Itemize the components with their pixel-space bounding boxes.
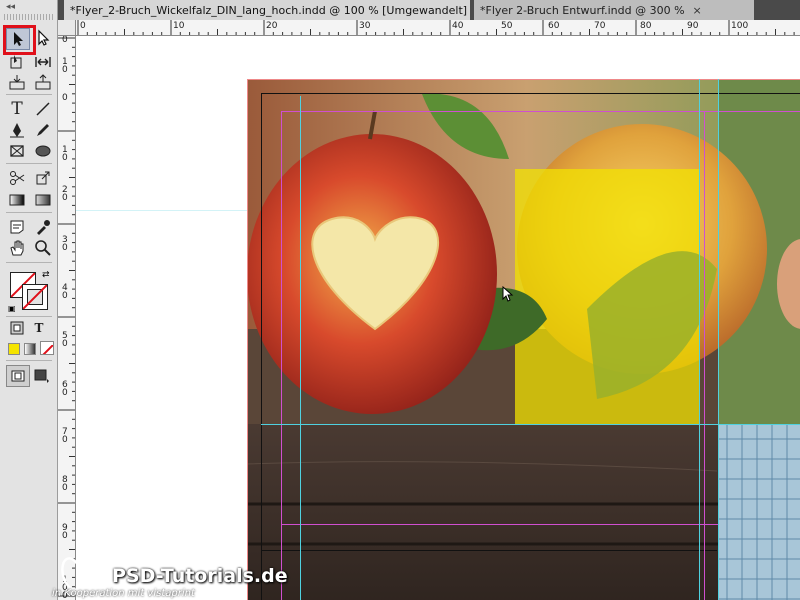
scissors-tool-icon[interactable] <box>6 168 28 188</box>
document-canvas[interactable] <box>76 36 800 600</box>
vertical-ruler[interactable]: 01 001 02 03 04 05 06 07 08 09 01 0 0 <box>58 36 76 600</box>
ruler-label: 3 0 <box>62 235 68 253</box>
line-tool-icon[interactable] <box>32 99 54 119</box>
ruler-label: 80 <box>640 21 652 31</box>
ruler-label: 30 <box>359 21 371 31</box>
pencil-tool-icon[interactable] <box>32 120 54 140</box>
tab-flyer-entwurf[interactable]: *Flyer 2-Bruch Entwurf.indd @ 300 % × <box>474 0 754 20</box>
ruler-guide[interactable] <box>76 210 247 211</box>
fill-stroke-swatch[interactable]: ⇄ ▣ <box>8 270 52 314</box>
note-tool-icon[interactable] <box>6 217 28 237</box>
apply-color-icon[interactable] <box>8 343 20 355</box>
ruler-label: 90 <box>687 21 699 31</box>
ruler-label: 5 0 <box>62 331 68 349</box>
gradient-swatch-tool-icon[interactable] <box>6 190 28 210</box>
watermark-brand: PSD-Tutorials.de <box>112 565 288 587</box>
ruler-label: 0 <box>62 93 68 103</box>
normal-view-mode-icon[interactable] <box>6 365 30 387</box>
ruler-label: 10 <box>173 21 185 31</box>
screen-mode-icon[interactable] <box>34 368 50 387</box>
ruler-label: 7 0 <box>62 427 68 445</box>
rectangle-frame-tool-icon[interactable] <box>6 141 28 161</box>
ruler-guide[interactable] <box>300 96 301 600</box>
apply-none-icon[interactable] <box>40 341 54 355</box>
collapse-panel-icon[interactable]: ◂◂ <box>6 2 15 12</box>
watermark-subline: in Kooperation mit vistaprint <box>52 588 195 599</box>
column-guide <box>704 111 705 600</box>
column-guide <box>281 524 718 525</box>
ruler-label: 20 <box>266 21 278 31</box>
ruler-label: 4 0 <box>62 283 68 301</box>
ruler-label: 2 0 <box>62 185 68 203</box>
content-collector-icon[interactable] <box>6 72 28 92</box>
ellipse-tool-icon[interactable] <box>32 141 54 161</box>
ruler-label: 100 <box>731 21 749 31</box>
type-tool-icon[interactable]: T <box>6 99 28 119</box>
ruler-guide[interactable] <box>699 79 700 600</box>
margin-guide <box>261 550 717 551</box>
bunny-logo-icon <box>61 557 99 591</box>
margin-guide <box>261 93 262 600</box>
margin-guide <box>261 93 800 94</box>
gap-tool-icon[interactable] <box>32 52 54 72</box>
gradient-feather-tool-icon[interactable] <box>32 190 54 210</box>
document-tab-bar: *Flyer_2-Bruch_Wickelfalz_DIN_lang_hoch.… <box>58 0 800 20</box>
ruler-label: 0 <box>80 21 86 31</box>
ruler-label: 6 0 <box>62 380 68 398</box>
ruler-guide[interactable] <box>718 79 719 600</box>
page-tool-icon[interactable] <box>6 52 28 72</box>
watermark: PSD-Tutorials.de in Kooperation mit vist… <box>52 557 312 600</box>
zoom-tool-icon[interactable] <box>32 238 54 258</box>
panel-grip[interactable] <box>4 14 54 20</box>
ruler-label: 50 <box>501 21 513 31</box>
ruler-label: 70 <box>594 21 606 31</box>
hand-tool-icon[interactable] <box>6 238 28 258</box>
ruler-guide[interactable] <box>261 424 800 425</box>
column-guide <box>281 111 800 112</box>
mouse-cursor-icon <box>502 285 516 308</box>
tab-label: *Flyer 2-Bruch Entwurf.indd @ 300 % <box>480 3 685 17</box>
ruler-origin[interactable] <box>58 20 76 36</box>
swap-fill-stroke-icon[interactable]: ⇄ <box>42 270 50 280</box>
close-tab-icon[interactable]: × <box>693 4 702 17</box>
content-placer-icon[interactable] <box>32 72 54 92</box>
pen-tool-icon[interactable] <box>6 120 28 140</box>
tools-panel: ◂◂ T ⇄ ▣ T <box>0 0 58 600</box>
column-guide <box>281 111 282 600</box>
ruler-label: 1 0 <box>62 145 68 163</box>
apply-gradient-icon[interactable] <box>24 343 36 355</box>
stroke-swatch[interactable] <box>22 284 48 310</box>
ruler-label: 40 <box>452 21 464 31</box>
tab-flyer-wickelfalz[interactable]: *Flyer_2-Bruch_Wickelfalz_DIN_lang_hoch.… <box>64 0 470 20</box>
tab-label: *Flyer_2-Bruch_Wickelfalz_DIN_lang_hoch.… <box>70 3 468 17</box>
ruler-label: 9 0 <box>62 523 68 541</box>
eyedropper-tool-icon[interactable] <box>32 217 54 237</box>
free-transform-tool-icon[interactable] <box>32 168 54 188</box>
ruler-label: 0 <box>62 36 68 45</box>
formatting-affects-container-icon[interactable] <box>6 318 28 338</box>
ruler-label: 1 0 <box>62 57 68 75</box>
ruler-label: 8 0 <box>62 475 68 493</box>
horizontal-ruler[interactable]: 0 10 20 30 40 50 60 70 80 90 100 <box>76 20 800 36</box>
formatting-affects-text-icon[interactable]: T <box>28 318 50 338</box>
default-fill-stroke-icon[interactable]: ▣ <box>8 304 16 313</box>
ruler-label: 60 <box>548 21 560 31</box>
selection-highlight-box <box>3 25 36 55</box>
